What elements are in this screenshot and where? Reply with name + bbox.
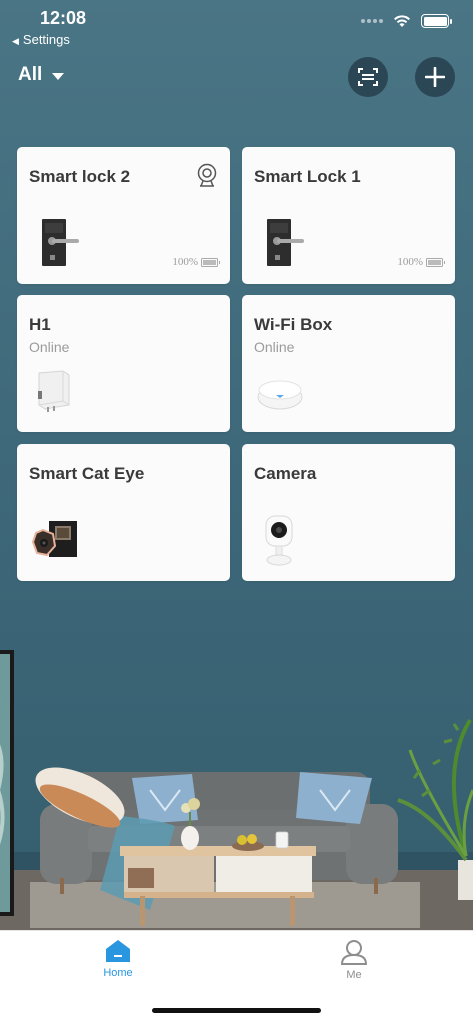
signal-icon [361,19,383,23]
device-name: H1 [29,315,51,334]
status-time: 12:08 [40,8,87,28]
cat-eye-image [31,521,77,557]
home-indicator [152,1008,321,1013]
app-screen: 12:08 ◀ Settings All Smart lock 2 100% S… [0,0,473,1024]
device-name: Wi-Fi Box [254,315,333,334]
device-card-smart-lock-1[interactable]: Smart Lock 1 100% [242,147,455,284]
device-card-smart-cat-eye[interactable]: Smart Cat Eye [17,444,230,581]
tab-me-label: Me [346,969,362,981]
device-status: Online [29,339,70,355]
scan-button[interactable] [348,57,388,97]
smart-lock-image [42,219,79,266]
camera-icon [197,163,217,187]
wifi-box-image [257,380,303,410]
scan-icon [358,68,378,86]
back-to-settings-link[interactable]: ◀ Settings [12,32,70,47]
person-icon [340,940,368,965]
device-card-wifi-box[interactable]: Wi-Fi Box Online [242,295,455,432]
home-icon [106,940,130,962]
tab-home-label: Home [103,967,133,979]
battery-level: 100% [397,256,445,268]
wifi-icon [394,15,410,27]
battery-level: 100% [172,256,220,268]
smart-lock-image [267,219,304,266]
device-card-camera[interactable]: Camera [242,444,455,581]
battery-icon [201,257,220,267]
plus-icon [425,67,445,87]
add-device-button[interactable] [415,57,455,97]
battery-percent: 100% [172,256,198,268]
filter-label: All [18,64,43,85]
caret-down-icon [52,72,65,80]
battery-icon [421,14,452,28]
living-room-illustration [0,650,473,930]
device-name: Smart lock 2 [29,167,131,186]
device-card-smart-lock-2[interactable]: Smart lock 2 100% [17,147,230,284]
battery-percent: 100% [397,256,423,268]
back-label: Settings [22,32,70,47]
tab-me[interactable]: Me [314,939,394,981]
hub-image [38,370,70,412]
room-filter-dropdown[interactable]: All [18,64,65,86]
device-name: Smart Cat Eye [29,464,145,483]
device-name: Camera [254,464,317,483]
device-card-h1[interactable]: H1 Online [17,295,230,432]
device-name: Smart Lock 1 [254,167,361,186]
tab-home[interactable]: Home [78,939,158,979]
camera-image [265,515,293,566]
device-status: Online [254,339,295,355]
back-arrow-icon: ◀ [12,36,19,46]
status-icons [361,14,452,28]
battery-icon [426,257,445,267]
